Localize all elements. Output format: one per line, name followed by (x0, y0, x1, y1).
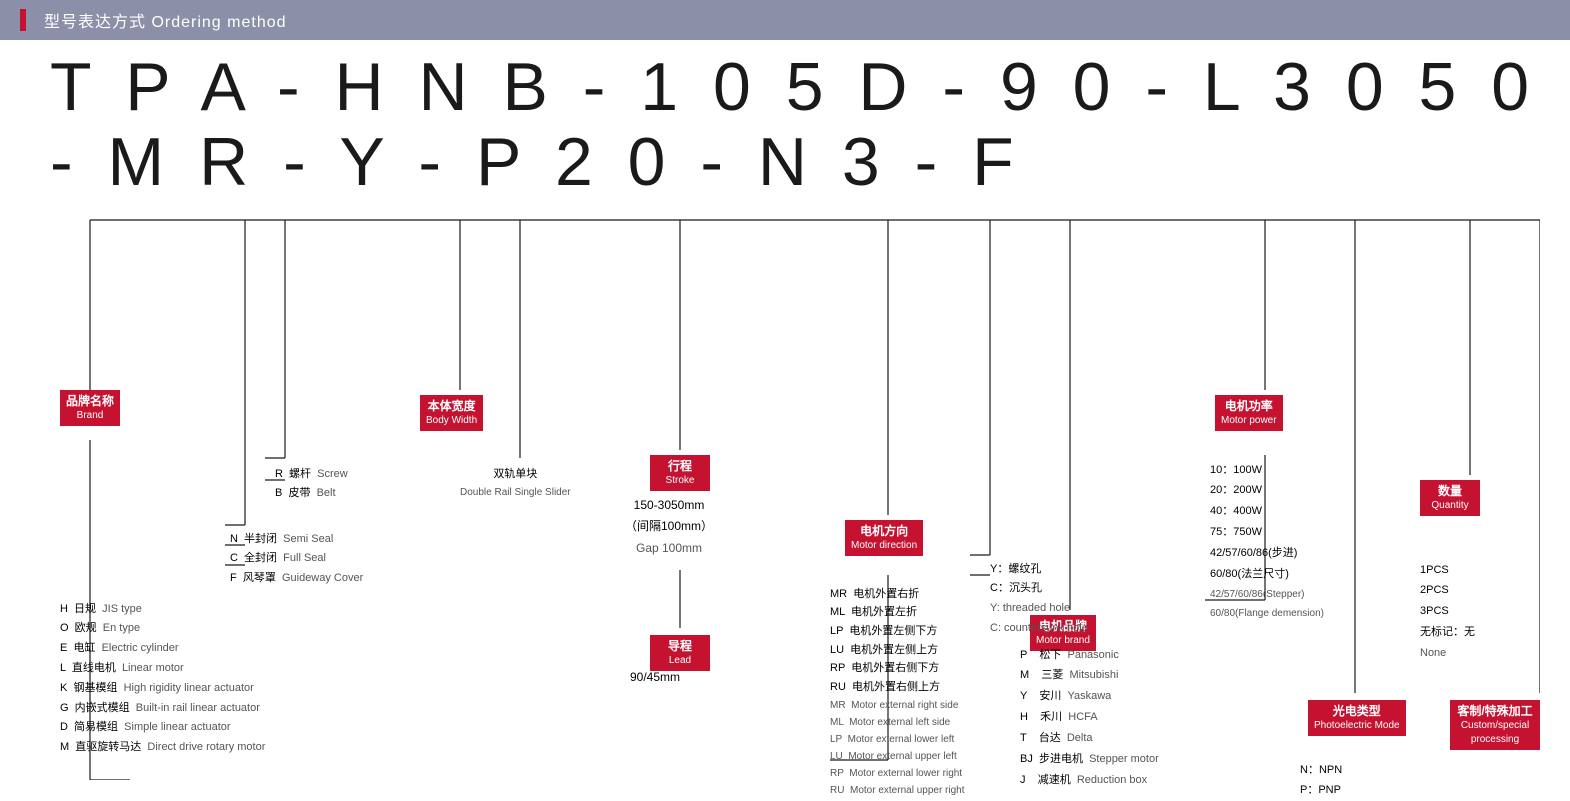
list-item: BJ 步进电机 Stepper motor (1020, 749, 1159, 770)
list-item: M 直驱旋转马达 Direct drive rotary motor (60, 738, 265, 758)
brand-types-list: H 日规 JIS type O 欧规 En type E 电缸 Electric… (60, 600, 265, 758)
lead-val-text: 90/45mm (630, 670, 680, 684)
photoelectric-label: 光电类型 Photoelectric Mode (1308, 700, 1406, 737)
seal-types-list: N 半封闭 Semi Seal C 全封闭 Full Seal F 风琴罩 Gu… (230, 530, 363, 589)
hole-type-list: Y：螺纹孔 C：沉头孔 Y: threaded hole C: counters… (990, 560, 1088, 639)
stroke-value: 150-3050mm （间隔100mm） Gap 100mm (625, 495, 713, 560)
motor-brand-values: P 松下 Panasonic M 三菱 Mitsubishi Y 安川 Yask… (1020, 645, 1159, 791)
quantity-label: 数量 Quantity (1420, 480, 1480, 517)
list-item: MR Motor external right side (830, 697, 965, 714)
list-item: Y: threaded hole (990, 599, 1088, 619)
list-item: 60/80(Flange demension) (1210, 604, 1324, 623)
list-item: M 三菱 Mitsubishi (1020, 665, 1159, 686)
motor-power-values: 10：100W 20：200W 40：400W 75：750W 42/57/60… (1210, 460, 1324, 623)
list-item: K 钢基模组 High rigidity linear actuator (60, 679, 265, 699)
list-item: P：PNP (1300, 780, 1342, 801)
list-item: O 欧规 En type (60, 619, 265, 639)
brand-label: 品牌名称 Brand (60, 390, 120, 427)
list-item: RU Motor external upper right (830, 782, 965, 799)
motor-direction-label: 电机方向 Motor direction (845, 520, 923, 557)
body-sub-info: 双轨单块 Double Rail Single Slider (460, 465, 571, 503)
list-item: Y：螺纹孔 (990, 560, 1088, 580)
accent-bar (20, 9, 26, 31)
list-item: C：沉头孔 (990, 579, 1088, 599)
list-item: 1PCS (1420, 560, 1475, 581)
list-item: LU 电机外置左侧上方 (830, 641, 965, 660)
list-item: J 减速机 Reduction box (1020, 770, 1159, 791)
diagram-area: 品牌名称 Brand 本体宽度 Body Width 行程 Stroke 导程 … (30, 200, 1540, 780)
main-content: T P A - H N B - 1 0 5 D - 9 0 - L 3 0 5 … (0, 40, 1570, 790)
stroke-label: 行程 Stroke (650, 455, 710, 492)
list-item: LP 电机外置左侧下方 (830, 622, 965, 641)
list-item: 3PCS (1420, 601, 1475, 622)
list-item: 40：400W (1210, 501, 1324, 522)
motor-power-label: 电机功率 Motor power (1215, 395, 1283, 432)
list-item: RP Motor external lower right (830, 765, 965, 782)
header-bar: 型号表达方式 Ordering method (0, 0, 1570, 40)
list-item: RU 电机外置右侧上方 (830, 678, 965, 697)
list-item: D 简易模组 Simple linear actuator (60, 718, 265, 738)
list-item: ML Motor external left side (830, 714, 965, 731)
list-item: G 内嵌式模组 Built-in rail linear actuator (60, 699, 265, 719)
stroke-gap-zh: （间隔100mm） (625, 516, 713, 538)
list-item: None (1420, 643, 1475, 664)
list-item: B 皮带 Belt (275, 484, 348, 504)
list-item: N：NPN (1300, 760, 1342, 781)
list-item: 42/57/60/86(Stepper) (1210, 585, 1324, 604)
motor-direction-values: MR 电机外置右折 ML 电机外置左折 LP 电机外置左侧下方 LU 电机外置左… (830, 585, 965, 799)
list-item: 75：750W (1210, 522, 1324, 543)
body-width-label: 本体宽度 Body Width (420, 395, 483, 432)
photo-values: N：NPN P：PNP (1300, 760, 1342, 801)
drive-types-list: R 螺杆 Screw B 皮带 Belt (275, 465, 348, 505)
custom-label: 客制/特殊加工 Custom/special processing (1450, 700, 1540, 751)
body-sub-zh: 双轨单块 (460, 465, 571, 485)
list-item: MR 电机外置右折 (830, 585, 965, 604)
list-item: 2PCS (1420, 580, 1475, 601)
list-item: 10：100W (1210, 460, 1324, 481)
lead-value: 90/45mm (630, 670, 680, 684)
list-item: C: countersunk hole (990, 619, 1088, 639)
list-item: 42/57/60/86(步进) (1210, 543, 1324, 564)
list-item: 60/80(法兰尺寸) (1210, 564, 1324, 585)
list-item: H 禾川 HCFA (1020, 707, 1159, 728)
list-item: RP 电机外置右侧下方 (830, 659, 965, 678)
list-item: C 全封闭 Full Seal (230, 549, 363, 569)
body-sub-en: Double Rail Single Slider (460, 484, 571, 502)
list-item: F 风琴罩 Guideway Cover (230, 569, 363, 589)
list-item: R 螺杆 Screw (275, 465, 348, 485)
model-number: T P A - H N B - 1 0 5 D - 9 0 - L 3 0 5 … (30, 50, 1540, 200)
header-title: 型号表达方式 Ordering method (44, 8, 287, 32)
list-item: ML 电机外置左折 (830, 603, 965, 622)
stroke-range: 150-3050mm (625, 495, 713, 517)
stroke-gap-en: Gap 100mm (625, 538, 713, 560)
list-item: 20：200W (1210, 480, 1324, 501)
list-item: 无标记：无 (1420, 622, 1475, 643)
list-item: Y 安川 Yaskawa (1020, 686, 1159, 707)
list-item: H 日规 JIS type (60, 600, 265, 620)
list-item: LU Motor external upper left (830, 748, 965, 765)
list-item: E 电缸 Electric cylinder (60, 639, 265, 659)
list-item: LP Motor external lower left (830, 731, 965, 748)
list-item: T 台达 Delta (1020, 728, 1159, 749)
list-item: L 直线电机 Linear motor (60, 659, 265, 679)
lead-label: 导程 Lead (650, 635, 710, 672)
list-item: P 松下 Panasonic (1020, 645, 1159, 666)
quantity-values: 1PCS 2PCS 3PCS 无标记：无 None (1420, 560, 1475, 664)
list-item: N 半封闭 Semi Seal (230, 530, 363, 550)
